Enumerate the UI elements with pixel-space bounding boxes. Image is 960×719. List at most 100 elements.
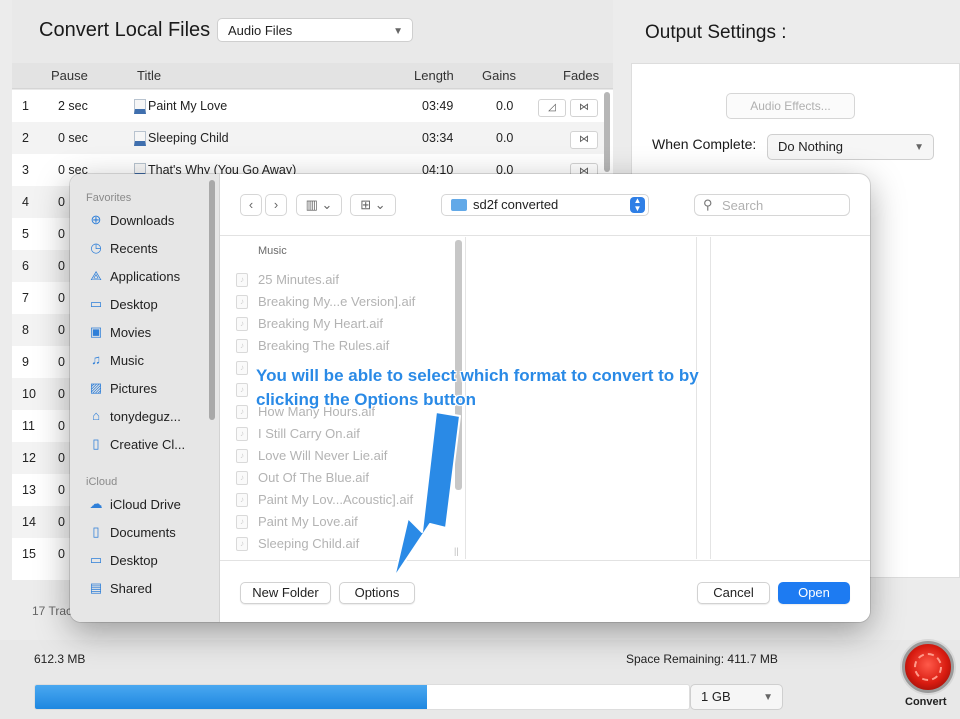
audio-file-icon: ♪ — [236, 471, 248, 485]
applications-icon: ⟁ — [90, 268, 102, 283]
file-list-item[interactable]: ♪ Breaking My...e Version].aif — [236, 292, 456, 314]
audio-file-icon: ♪ — [236, 339, 248, 353]
track-pause: 0 — [58, 483, 65, 497]
track-number: 4 — [22, 195, 29, 209]
track-pause: 0 — [58, 355, 65, 369]
fade-in-icon[interactable]: ◿ — [538, 99, 566, 117]
track-pause: 0 — [58, 387, 65, 401]
grid-view-icon: ⊞ ⌄ — [360, 197, 386, 212]
download-icon: ⊕ — [90, 212, 102, 227]
pictures-icon: ▨ — [89, 380, 103, 395]
file-list-item[interactable]: ♪ Breaking The Rules.aif — [236, 336, 456, 358]
track-gain: 0.0 — [496, 99, 514, 113]
source-type-value: Audio Files — [228, 23, 293, 38]
track-number: 9 — [22, 355, 29, 369]
options-button[interactable]: Options — [339, 582, 415, 604]
cancel-button[interactable]: Cancel — [697, 582, 770, 604]
capacity-select[interactable]: 1 GB ▼ — [690, 684, 783, 710]
convert-dial-icon — [914, 653, 942, 681]
sidebar-item-label: Movies — [110, 325, 152, 340]
track-pause: 0 — [58, 419, 65, 433]
track-row[interactable]: 1 2 sec Paint My Love 03:49 0.0 ◿ ⋈ — [12, 90, 604, 122]
crossfade-icon[interactable]: ⋈ — [570, 131, 598, 149]
search-input[interactable] — [722, 197, 842, 213]
sidebar-item[interactable]: ☁ iCloud Drive — [88, 495, 212, 517]
location-select[interactable]: sd2f converted ▲ ▼ — [441, 194, 649, 216]
forward-button[interactable]: › — [265, 194, 287, 216]
audio-file-icon: ♪ — [236, 361, 248, 375]
file-list-item[interactable]: ♪ 25 Minutes.aif — [236, 270, 456, 292]
track-table-header: Pause Title Length Gains Fades — [12, 63, 613, 89]
file-list-item[interactable]: ♪ Breaking My Heart.aif — [236, 314, 456, 336]
sidebar-item[interactable]: ⊕ Downloads — [88, 211, 212, 233]
file-name: Breaking My Heart.aif — [258, 316, 383, 331]
track-number: 3 — [22, 163, 29, 177]
chevron-left-icon: ‹ — [248, 197, 254, 212]
sidebar-scrollbar[interactable] — [209, 180, 215, 420]
track-number: 5 — [22, 227, 29, 241]
track-pause: 2 sec — [58, 99, 88, 113]
track-count: 17 Trac — [32, 604, 73, 618]
when-complete-select[interactable]: Do Nothing ▼ — [767, 134, 934, 160]
sidebar-item[interactable]: ⟁ Applications — [88, 267, 212, 289]
convert-button[interactable] — [902, 641, 954, 693]
location-value: sd2f converted — [473, 197, 559, 212]
clock-icon: ◷ — [90, 240, 102, 255]
document-icon: ▯ — [92, 436, 100, 451]
audio-file-icon — [134, 99, 146, 114]
sidebar-item[interactable]: ▯ Documents — [88, 523, 212, 545]
file-name: Paint My Love.aif — [258, 514, 358, 529]
track-number: 8 — [22, 323, 29, 337]
space-remaining-label: Space Remaining: 411.7 MB — [626, 652, 778, 666]
sidebar-item[interactable]: ◷ Recents — [88, 239, 212, 261]
audio-file-icon: ♪ — [236, 537, 248, 551]
sidebar-item[interactable]: ▭ Desktop — [88, 295, 212, 317]
source-type-select[interactable]: Audio Files ▼ — [217, 18, 413, 42]
column-header-gains[interactable]: Gains — [482, 68, 516, 83]
sidebar-item[interactable]: ▯ Creative Cl... — [88, 435, 212, 457]
audio-file-icon: ♪ — [236, 405, 248, 419]
updown-chevron-icon: ▲ ▼ — [630, 197, 645, 213]
new-folder-button[interactable]: New Folder — [240, 582, 331, 604]
track-number: 10 — [22, 387, 36, 401]
sidebar-item[interactable]: ♫ Music — [88, 351, 212, 373]
column-header-title[interactable]: Title — [137, 68, 161, 83]
sidebar-item[interactable]: ▨ Pictures — [88, 379, 212, 401]
column-header-music: Music — [258, 245, 287, 257]
back-button[interactable]: ‹ — [240, 194, 262, 216]
track-length: 03:34 — [422, 131, 454, 145]
total-size-label: 612.3 MB — [34, 652, 86, 666]
desktop-icon: ▭ — [89, 296, 103, 311]
audio-effects-button[interactable]: Audio Effects... — [726, 93, 855, 119]
sidebar-item[interactable]: ▤ Shared — [88, 579, 212, 601]
track-title: Paint My Love — [148, 99, 228, 113]
sidebar-item-label: Music — [110, 353, 144, 368]
column-header-length[interactable]: Length — [414, 68, 454, 83]
folder-icon — [451, 199, 467, 211]
audio-file-icon: ♪ — [236, 493, 248, 507]
view-mode-button[interactable]: ▥ ⌄ — [296, 194, 342, 216]
shared-folder-icon: ▤ — [89, 580, 103, 595]
sidebar-item[interactable]: ▣ Movies — [88, 323, 212, 345]
track-pause: 0 — [58, 195, 65, 209]
track-pause: 0 — [58, 323, 65, 337]
sidebar-item[interactable]: ▭ Desktop — [88, 551, 212, 573]
file-name: Out Of The Blue.aif — [258, 470, 370, 485]
chevron-down-icon: ▼ — [914, 142, 924, 153]
sidebar-item[interactable]: ⌂ tonydeguz... — [88, 407, 212, 429]
track-row[interactable]: 2 0 sec Sleeping Child 03:34 0.0 ⋈ — [12, 122, 604, 154]
track-pause: 0 — [58, 259, 65, 273]
track-number: 13 — [22, 483, 36, 497]
open-button[interactable]: Open — [778, 582, 850, 604]
column-header-pause[interactable]: Pause — [51, 68, 88, 83]
file-name: Breaking The Rules.aif — [258, 338, 390, 353]
column-header-fades[interactable]: Fades — [563, 68, 599, 83]
capacity-value: 1 GB — [701, 689, 731, 704]
audio-file-icon: ♪ — [236, 515, 248, 529]
group-mode-button[interactable]: ⊞ ⌄ — [350, 194, 396, 216]
crossfade-icon[interactable]: ⋈ — [570, 99, 598, 117]
sidebar-item-label: iCloud Drive — [110, 497, 181, 512]
search-field[interactable]: ⚲ — [694, 194, 850, 216]
sidebar-item-label: Desktop — [110, 553, 158, 568]
track-list-scrollbar[interactable] — [604, 92, 610, 172]
